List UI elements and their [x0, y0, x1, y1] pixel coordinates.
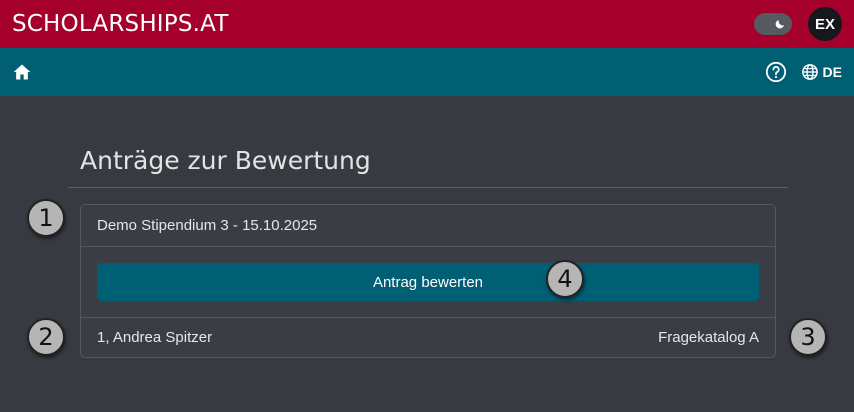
application-card: Demo Stipendium 3 - 15.10.2025 Antrag be…	[80, 204, 776, 358]
evaluate-application-button[interactable]: Antrag bewerten	[97, 263, 759, 301]
language-switcher[interactable]: DE	[801, 63, 842, 81]
dark-mode-toggle[interactable]	[754, 13, 792, 35]
brand-logo-text[interactable]: SCHOLARSHIPS.AT	[12, 11, 229, 37]
globe-icon	[801, 64, 818, 80]
top-bar-actions: EX	[754, 7, 842, 41]
top-bar: SCHOLARSHIPS.AT EX	[0, 0, 854, 48]
annotation-marker-3: 3	[789, 318, 827, 356]
annotation-marker-1: 1	[27, 199, 65, 237]
annotation-marker-4: 4	[546, 260, 584, 298]
card-header: Demo Stipendium 3 - 15.10.2025	[81, 205, 775, 247]
page-title: Anträge zur Bewertung	[80, 146, 371, 175]
question-catalog: Fragekatalog A	[658, 329, 759, 346]
title-divider	[68, 187, 788, 188]
moon-icon	[775, 20, 784, 29]
language-label: DE	[822, 64, 842, 80]
user-avatar[interactable]: EX	[808, 7, 842, 41]
help-circle-icon[interactable]	[765, 61, 787, 83]
card-body: Antrag bewerten	[81, 247, 775, 318]
nav-actions: DE	[765, 61, 842, 83]
annotation-marker-2: 2	[27, 318, 65, 356]
nav-bar: DE	[0, 48, 854, 96]
applicant-name: 1, Andrea Spitzer	[97, 329, 213, 346]
card-footer: 1, Andrea Spitzer Fragekatalog A	[81, 318, 775, 357]
home-icon[interactable]	[12, 62, 32, 82]
